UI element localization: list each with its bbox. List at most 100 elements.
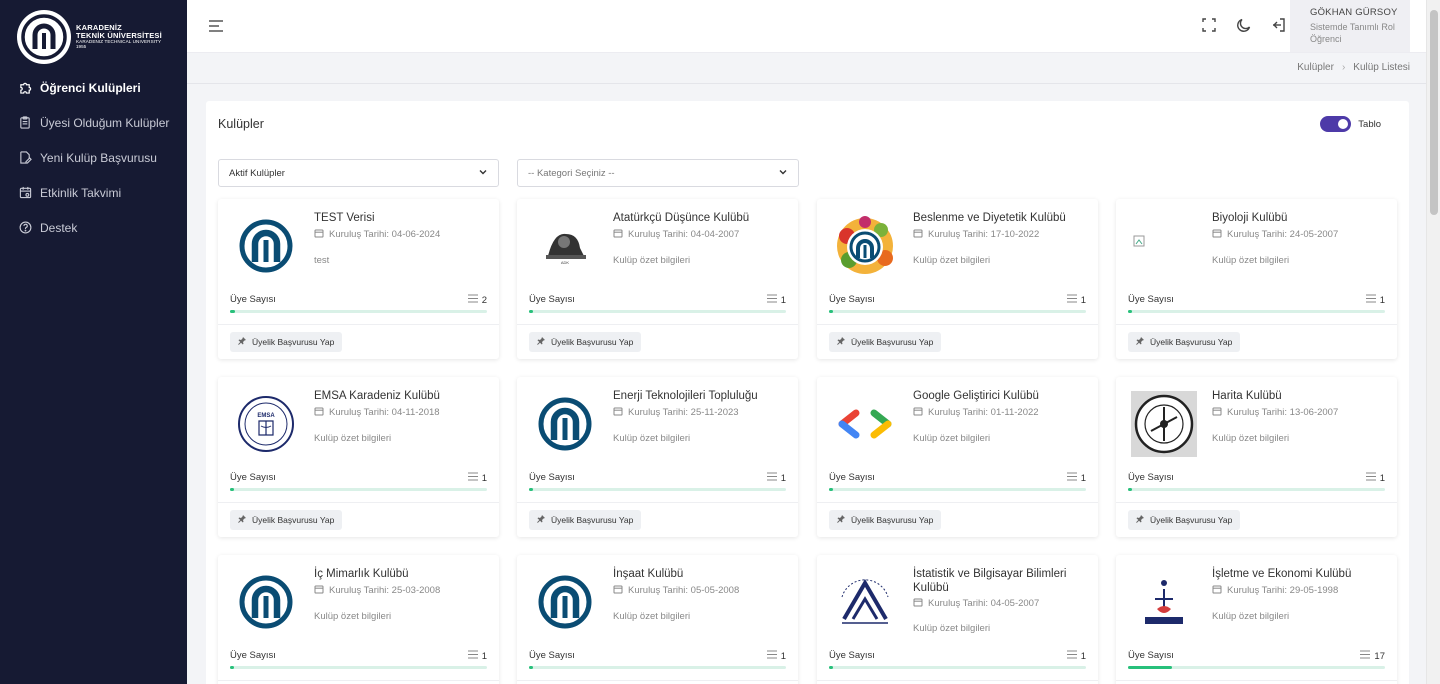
svg-text:EMSA: EMSA <box>257 413 275 419</box>
member-count: 1 <box>1066 472 1086 484</box>
calendar-icon <box>1212 228 1222 241</box>
list-icon <box>467 650 478 662</box>
chevron-down-icon <box>778 168 788 179</box>
club-founded-text: Kuruluş Tarihi: 25-03-2008 <box>329 585 441 596</box>
svg-text:ADK: ADK <box>561 260 570 265</box>
pin-icon <box>537 515 545 525</box>
member-count-value: 2 <box>481 294 487 306</box>
member-progress-fill <box>1128 310 1132 313</box>
sidebar-item-etkinlik-takvimi[interactable]: Etkinlik Takvimi <box>0 175 187 210</box>
fullscreen-icon[interactable] <box>1201 17 1218 34</box>
calendar-icon <box>314 584 324 597</box>
apply-membership-button[interactable]: Üyelik Başvurusu Yap <box>230 510 343 530</box>
calendar-icon <box>613 406 623 419</box>
club-logo-icon <box>230 571 302 633</box>
member-count: 1 <box>766 294 786 306</box>
member-count-value: 1 <box>481 650 487 662</box>
list-icon <box>467 472 478 484</box>
sidebar: KARADENİZ TEKNİK ÜNİVERSİTESİ KARADENIZ … <box>0 0 187 684</box>
sidebar-item-ogrenci-kulupleri[interactable]: Öğrenci Kulüpleri <box>0 70 187 105</box>
club-name[interactable]: Biyoloji Kulübü <box>1212 212 1390 226</box>
club-name[interactable]: Beslenme ve Diyetetik Kulübü <box>913 212 1091 226</box>
club-name[interactable]: İstatistik ve Bilgisayar Bilimleri Kulüb… <box>913 568 1091 596</box>
category-select[interactable]: -- Kategori Seçiniz -- <box>517 159 799 187</box>
member-progress-bar <box>1128 310 1385 313</box>
club-card: Harita Kulübü Kuruluş Tarihi: 13-06-2007 K… <box>1116 377 1397 537</box>
card-divider <box>517 324 798 325</box>
member-count: 1 <box>1365 294 1385 306</box>
apply-membership-label: Üyelik Başvurusu Yap <box>551 515 634 525</box>
chevron-right-icon: › <box>1341 62 1346 73</box>
club-card: Biyoloji Kulübü Kuruluş Tarihi: 24-05-200… <box>1116 199 1397 359</box>
card-divider <box>1116 680 1397 681</box>
chevron-down-icon <box>478 168 488 179</box>
apply-membership-label: Üyelik Başvurusu Yap <box>1150 515 1233 525</box>
club-card: Google Geliştirici Kulübü Kuruluş Tarihi:… <box>817 377 1098 537</box>
calendar-icon <box>1212 584 1222 597</box>
member-progress-fill <box>230 310 236 313</box>
member-count: 1 <box>1365 472 1385 484</box>
logout-icon[interactable] <box>1271 17 1288 34</box>
card-divider <box>817 324 1098 325</box>
member-progress-bar <box>1128 488 1385 491</box>
member-progress-bar <box>829 666 1086 669</box>
member-count-value: 1 <box>1080 650 1086 662</box>
club-name[interactable]: Enerji Teknolojileri Topluluğu <box>613 390 791 404</box>
member-count: 2 <box>467 294 487 306</box>
sidebar-nav: Öğrenci Kulüpleri Üyesi Olduğum Kulüpler… <box>0 70 187 245</box>
pin-icon <box>1136 515 1144 525</box>
page-scrollbar[interactable] <box>1426 0 1440 684</box>
list-icon <box>1066 650 1077 662</box>
sidebar-item-destek[interactable]: Destek <box>0 210 187 245</box>
club-logo-icon <box>1128 571 1200 633</box>
user-role: Sistemde Tanımlı Rol Öğrenci <box>1310 22 1410 45</box>
dark-mode-icon[interactable] <box>1236 17 1253 34</box>
list-icon <box>766 650 777 662</box>
calendar-icon <box>913 228 923 241</box>
club-name[interactable]: İç Mimarlık Kulübü <box>314 568 492 582</box>
club-name[interactable]: İnşaat Kulübü <box>613 568 791 582</box>
club-card: İç Mimarlık Kulübü Kuruluş Tarihi: 25-03-… <box>218 555 499 684</box>
sidebar-item-uyesi-oldugum-kulupler[interactable]: Üyesi Olduğum Kulüpler <box>0 105 187 140</box>
menu-toggle-icon[interactable] <box>207 18 225 34</box>
club-logo-icon: ADK <box>529 215 601 277</box>
apply-membership-button[interactable]: Üyelik Başvurusu Yap <box>230 332 343 352</box>
club-card: İşletme ve Ekonomi Kulübü Kuruluş Tarihi:… <box>1116 555 1397 684</box>
apply-membership-button[interactable]: Üyelik Başvurusu Yap <box>1128 510 1241 530</box>
club-name[interactable]: Harita Kulübü <box>1212 390 1390 404</box>
club-summary: Kulüp özet bilgileri <box>1212 255 1290 266</box>
table-view-toggle[interactable] <box>1320 116 1352 132</box>
calendar-icon <box>1212 406 1222 419</box>
club-name[interactable]: Google Geliştirici Kulübü <box>913 390 1091 404</box>
apply-membership-button[interactable]: Üyelik Başvurusu Yap <box>829 332 942 352</box>
apply-membership-button[interactable]: Üyelik Başvurusu Yap <box>829 510 942 530</box>
apply-membership-button[interactable]: Üyelik Başvurusu Yap <box>529 332 642 352</box>
club-card: Enerji Teknolojileri Topluluğu Kuruluş Ta… <box>517 377 798 537</box>
scrollbar-thumb[interactable] <box>1430 10 1438 215</box>
category-select-value: -- Kategori Seçiniz -- <box>528 167 615 179</box>
apply-membership-button[interactable]: Üyelik Başvurusu Yap <box>1128 332 1241 352</box>
user-profile[interactable]: GÖKHAN GÜRSOY Sistemde Tanımlı Rol Öğren… <box>1290 0 1410 52</box>
breadcrumb-parent[interactable]: Kulüpler <box>1297 62 1334 73</box>
card-divider <box>517 502 798 503</box>
club-founded-date: Kuruluş Tarihi: 04-05-2007 <box>913 597 1039 610</box>
member-progress-fill <box>529 488 533 491</box>
club-founded-text: Kuruluş Tarihi: 24-05-2007 <box>1227 229 1339 240</box>
club-name[interactable]: İşletme ve Ekonomi Kulübü <box>1212 568 1390 582</box>
member-progress-fill <box>230 666 234 669</box>
club-name[interactable]: Atatürkçü Düşünce Kulübü <box>613 212 791 226</box>
toggle-label: Tablo <box>1358 118 1381 130</box>
club-name[interactable]: TEST Verisi <box>314 212 492 226</box>
breadcrumb-current: Kulüp Listesi <box>1353 62 1410 73</box>
apply-membership-button[interactable]: Üyelik Başvurusu Yap <box>529 510 642 530</box>
member-progress-fill <box>529 310 533 313</box>
club-name[interactable]: EMSA Karadeniz Kulübü <box>314 390 492 404</box>
list-icon <box>467 294 478 306</box>
university-logo[interactable]: KARADENİZ TEKNİK ÜNİVERSİTESİ KARADENIZ … <box>0 0 187 66</box>
club-summary: Kulüp özet bilgileri <box>913 433 991 444</box>
list-icon <box>1365 472 1376 484</box>
club-founded-date: Kuruluş Tarihi: 17-10-2022 <box>913 228 1039 241</box>
sidebar-item-yeni-kulup-basvurusu[interactable]: Yeni Kulüp Başvurusu <box>0 140 187 175</box>
club-summary: Kulüp özet bilgileri <box>913 255 991 266</box>
status-select[interactable]: Aktif Kulüpler <box>218 159 499 187</box>
